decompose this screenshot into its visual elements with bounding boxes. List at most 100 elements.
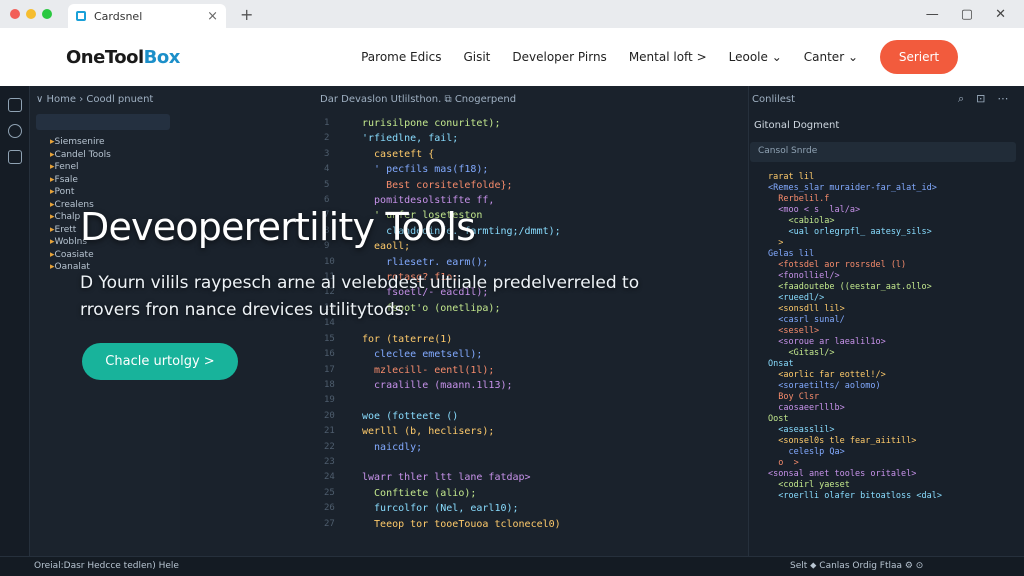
panel-code-line: <cabiola>	[768, 216, 835, 226]
maximize-window-button[interactable]	[42, 9, 52, 19]
tab-close-icon[interactable]: ×	[207, 9, 218, 24]
tree-item[interactable]: Pont	[50, 186, 111, 199]
nav-item-canter[interactable]: Canter ⌄	[804, 50, 858, 64]
code-line: Best corsitelefolde};	[362, 179, 513, 191]
panel-code-line: Boy Clsr	[768, 392, 820, 402]
new-tab-button[interactable]: +	[240, 5, 253, 24]
nav-item-mental-loft[interactable]: Mental loft >	[629, 50, 707, 64]
source-control-icon[interactable]	[7, 124, 22, 138]
extensions-icon[interactable]	[7, 150, 22, 164]
code-line: rliesetr. earm();	[362, 256, 489, 268]
panel-code-line: <sesell>	[768, 326, 820, 336]
nav-item-leoole[interactable]: Leoole ⌄	[729, 50, 782, 64]
panel-code-line: <soraetilts/ aolomo)	[768, 381, 881, 391]
minimize-window-button[interactable]	[26, 9, 36, 19]
panel-code-line: <moo < s lal/a>	[768, 205, 861, 215]
panel-code-line: Oost	[768, 414, 789, 424]
code-line: cleclee emetsell);	[362, 349, 483, 361]
activity-bar	[0, 86, 30, 556]
panel-code-line: <aorlic far eottel!/>	[768, 370, 886, 380]
code-line: lwarr thler ltt lane fatdap>	[362, 472, 531, 484]
favicon-icon	[76, 11, 86, 21]
code-line: caseteft {	[362, 148, 435, 160]
panel-code-line: <fonolliel/>	[768, 271, 840, 281]
tree-item[interactable]: Coasiate	[50, 249, 111, 262]
code-line: Teeop tor tooeTouoa tclonecel0)	[362, 518, 561, 530]
status-right: Selt ⬥ Canlas Ordig Ftlaa ⚙ ⊙	[790, 561, 924, 571]
panel-code-line: celeslp Qa>	[768, 447, 845, 457]
status-left: Oreial:Dasr Hedcce tedlen) Hele	[34, 561, 179, 571]
ide-screenshot: ∨ Home › Coodl pnuent Siemsenire Candel …	[0, 86, 1024, 576]
line-number: 1	[324, 118, 330, 128]
line-number: 17	[324, 364, 335, 375]
line-number: 3	[324, 148, 330, 159]
code-line: for (taterre(1)	[362, 333, 453, 345]
files-icon[interactable]	[7, 98, 22, 112]
right-panel-filter[interactable]: Cansol Snrde	[750, 142, 1016, 162]
nav-item-developer-pirns[interactable]: Developer Pirns	[512, 50, 606, 64]
line-number: 20	[324, 410, 335, 421]
panel-code-line: <sonsal anet tooles oritalel>	[768, 469, 917, 479]
hero-title: Deveoperertility Tools	[80, 205, 476, 249]
browser-tab[interactable]: Cardsnel ×	[68, 4, 226, 28]
restore-icon[interactable]: ▢	[961, 7, 973, 22]
explorer-search-input[interactable]	[36, 114, 170, 130]
panel-code-line: <faadoutebe ((eestar_aat.ollo>	[768, 282, 932, 292]
panel-code-line: <aseasslil>	[768, 425, 835, 435]
editor-tab-bar[interactable]: Dar Devaslon Utlilsthon. ⧉ Cnogerpend	[320, 94, 516, 105]
code-line: rurisilpone conuritet);	[362, 118, 501, 129]
line-number: 15	[324, 333, 335, 344]
line-number: 19	[324, 395, 335, 406]
line-number: 10	[324, 256, 335, 267]
panel-code-line: <sonsdll lil>	[768, 304, 845, 314]
search-icon[interactable]: ⌕	[958, 92, 976, 105]
tree-item[interactable]: Fsale	[50, 174, 111, 187]
logo-text-accent: Box	[143, 46, 181, 68]
code-line: furcolfor (Nel, earl10);	[362, 503, 519, 515]
tree-item[interactable]: Fenel	[50, 161, 111, 174]
more-icon[interactable]: ⋯	[997, 92, 1020, 105]
main-nav: Parome Edics Gisit Developer Pirns Menta…	[361, 50, 858, 64]
code-line: ' pecfils mas(f18);	[362, 164, 489, 176]
panel-code-line: <fotsdel aor rosrsdel (l)	[768, 260, 907, 270]
code-line: woe (fotteete ()	[362, 410, 459, 422]
breadcrumb[interactable]: ∨ Home › Coodl pnuent	[36, 94, 153, 105]
logo-text-primary: OneTool	[66, 46, 144, 68]
right-panel-title: Conlilest	[752, 94, 796, 105]
panel-code-line: <soroue ar laealil1o>	[768, 337, 886, 347]
nav-item-gisit[interactable]: Gisit	[463, 50, 490, 64]
tab-title: Cardsnel	[94, 9, 143, 23]
browser-titlebar: Cardsnel × + — ▢ ✕	[0, 0, 1024, 28]
minimize-icon[interactable]: —	[926, 7, 939, 22]
line-number: 26	[324, 503, 335, 514]
panel-code-line: caosaeerlllb>	[768, 403, 845, 413]
panel-code-line: <Gitasl/>	[768, 348, 835, 358]
close-icon[interactable]: ✕	[995, 7, 1006, 22]
site-header: OneToolBox Parome Edics Gisit Developer …	[0, 28, 1024, 86]
line-number: 25	[324, 487, 335, 498]
line-number: 24	[324, 472, 335, 483]
code-line: Conftiete (alio);	[362, 487, 477, 499]
line-number: 18	[324, 379, 335, 390]
panel-code-line: <Remes_slar muraider-far_alat_id>	[768, 183, 937, 193]
tree-item[interactable]: Siemsenire	[50, 136, 111, 149]
status-bar: Oreial:Dasr Hedcce tedlen) Hele Selt ⬥ C…	[0, 556, 1024, 576]
panel-code-line: Onsat	[768, 359, 794, 369]
panel-code-line: <roerlli olafer bitoatloss <dal>	[768, 491, 942, 501]
code-line: werlll (b, heclisers);	[362, 426, 495, 438]
panel-icon[interactable]: ⊡	[976, 92, 997, 105]
hero-description: D Yourn vilils raypesch arne al velebdes…	[80, 273, 640, 320]
line-number: 4	[324, 164, 330, 175]
nav-item-parome-edics[interactable]: Parome Edics	[361, 50, 441, 64]
code-line: craalille (maann.1l13);	[362, 379, 513, 391]
hero-cta-button[interactable]: Chacle urtolgy >	[82, 343, 238, 380]
close-window-button[interactable]	[10, 9, 20, 19]
tree-item[interactable]: Candel Tools	[50, 149, 111, 162]
panel-code-line: o >	[768, 458, 799, 468]
site-logo[interactable]: OneToolBox	[66, 47, 180, 68]
panel-code-line: <sonsel0s tle fear_aiitill>	[768, 436, 917, 446]
line-number: 2	[324, 133, 330, 144]
header-cta-button[interactable]: Seriert	[880, 40, 958, 74]
